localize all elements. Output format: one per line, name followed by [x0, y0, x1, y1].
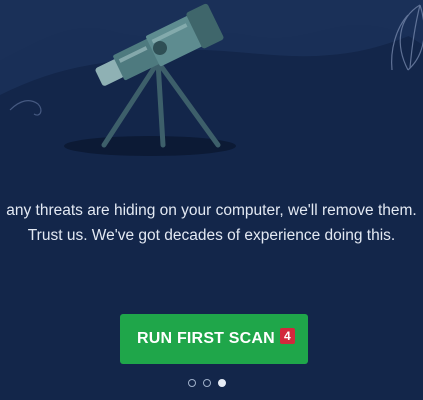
issue-count-badge: 4: [279, 328, 295, 344]
intro-message-line1: any threats are hiding on your computer,…: [6, 202, 417, 219]
intro-message: any threats are hiding on your computer,…: [0, 198, 423, 248]
telescope-illustration: [0, 0, 423, 156]
doodle-line: [9, 100, 42, 116]
page-dot-1[interactable]: [188, 379, 196, 387]
page-dot-2[interactable]: [203, 379, 211, 387]
intro-message-line2: Trust us. We've got decades of experienc…: [27, 227, 396, 244]
run-first-scan-label: RUN FIRST SCAN: [137, 330, 275, 347]
run-first-scan-button[interactable]: RUN FIRST SCAN 4: [120, 314, 308, 364]
page-dot-3[interactable]: [218, 379, 226, 387]
telescope-shadow: [64, 136, 236, 156]
page-indicator: [188, 379, 226, 387]
onboarding-screen: any threats are hiding on your computer,…: [0, 0, 423, 400]
